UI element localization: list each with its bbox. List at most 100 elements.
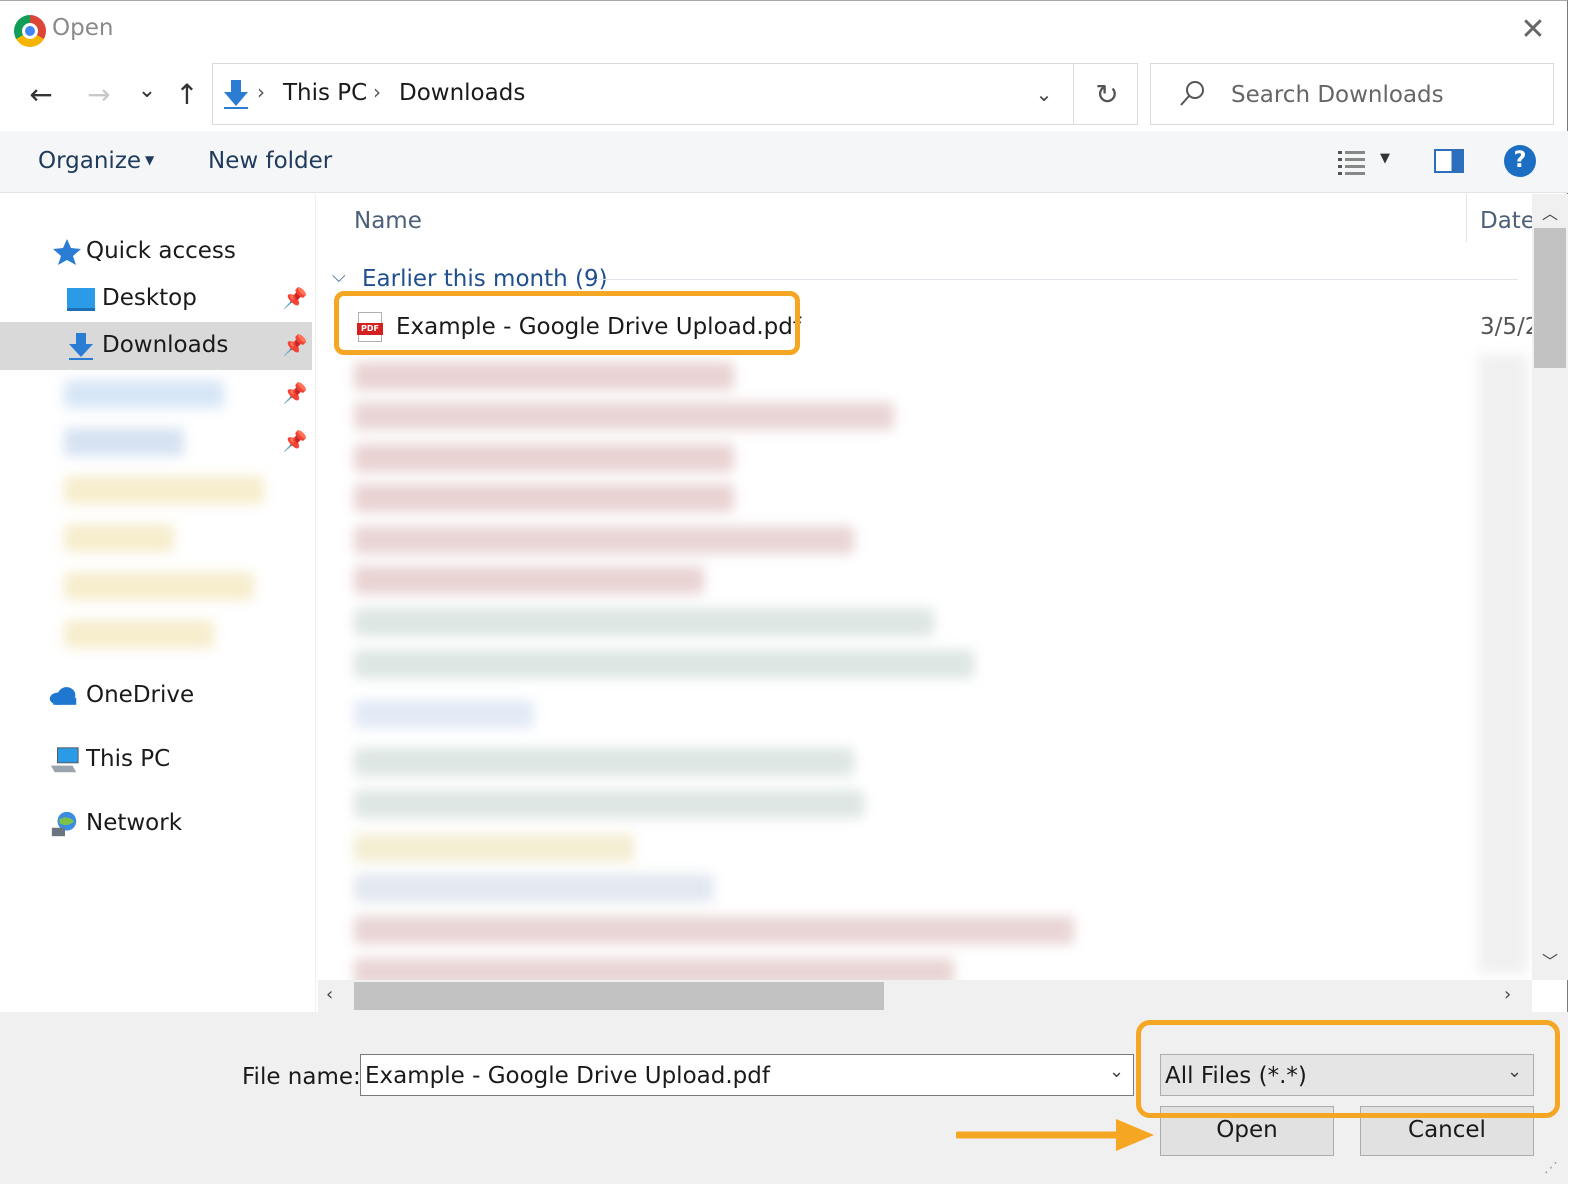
caret-down-icon: ▼ (145, 153, 155, 167)
group-header[interactable]: Earlier this month (9) (362, 266, 608, 292)
open-button[interactable]: Open (1160, 1106, 1334, 1156)
sidebar-item-label: Quick access (86, 238, 236, 264)
chevron-down-icon: ⌄ (1507, 1061, 1523, 1082)
organize-label: Organize (38, 148, 142, 174)
chevron-down-icon[interactable]: ⌵ (332, 266, 346, 287)
open-file-dialog: Open ✕ ← → ⌄ ↑ › This PC › Downloads ⌄ ↻… (0, 0, 1568, 1184)
preview-pane-icon[interactable] (1434, 149, 1464, 173)
group-divider (596, 279, 1518, 280)
close-button[interactable]: ✕ (1512, 11, 1554, 51)
pin-icon[interactable]: 📌 (282, 285, 308, 311)
file-name: Example - Google Drive Upload.pdf (396, 314, 801, 340)
network-globe-icon (51, 811, 77, 837)
pin-icon[interactable]: 📌 (282, 380, 308, 406)
blurred-file-row (354, 916, 1074, 944)
chevron-down-icon[interactable]: ⌄ (1109, 1061, 1124, 1082)
file-name-label: File name: (242, 1064, 361, 1090)
help-icon[interactable]: ? (1504, 145, 1536, 177)
pin-icon[interactable]: 📌 (282, 332, 308, 358)
refresh-button[interactable]: ↻ (1087, 76, 1127, 114)
scroll-up-icon[interactable]: ︿ (1532, 200, 1568, 224)
breadcrumb-this-pc[interactable]: This PC (283, 80, 367, 106)
cancel-button[interactable]: Cancel (1360, 1106, 1534, 1156)
recent-locations-button[interactable]: ⌄ (128, 71, 166, 111)
search-box[interactable]: Search Downloads (1150, 63, 1554, 125)
chrome-logo-icon (14, 15, 46, 47)
file-type-select[interactable]: All Files (*.*) ⌄ (1160, 1054, 1534, 1096)
blurred-file-row (354, 958, 954, 980)
sidebar-item-label: This PC (86, 746, 171, 772)
scroll-right-icon[interactable]: › (1504, 984, 1511, 1005)
details-view-icon[interactable] (1336, 147, 1368, 177)
sidebar-item-quick-access[interactable]: Quick access (0, 228, 312, 276)
blurred-file-row (354, 566, 704, 594)
scrollbar-thumb[interactable] (1534, 228, 1566, 368)
sidebar-item-label: OneDrive (86, 682, 195, 708)
sidebar-item-onedrive[interactable]: OneDrive (0, 672, 312, 720)
file-name-value: Example - Google Drive Upload.pdf (365, 1063, 770, 1089)
sidebar-item-this-pc[interactable]: This PC (0, 736, 312, 784)
address-bar[interactable]: › This PC › Downloads ⌄ ↻ (212, 63, 1138, 125)
blurred-file-row (354, 362, 734, 390)
file-name-input[interactable]: Example - Google Drive Upload.pdf ⌄ (360, 1054, 1134, 1096)
up-button[interactable]: ↑ (168, 75, 206, 115)
breadcrumb-downloads[interactable]: Downloads (399, 80, 525, 106)
title-bar: Open ✕ (0, 1, 1568, 63)
desktop-icon (67, 288, 95, 311)
vertical-scrollbar[interactable]: ︿ ﹀ (1532, 194, 1568, 980)
file-row[interactable]: Example - Google Drive Upload.pdf 3/5/2 (346, 306, 1532, 350)
chevron-down-icon[interactable]: ⌄ (1029, 78, 1059, 110)
sidebar-item-label: Network (86, 810, 183, 836)
resize-grip-icon[interactable]: ⋰ (1544, 1160, 1562, 1178)
navigation-pane: Quick access Desktop 📌 Downloads 📌 📌 📌 O… (0, 194, 316, 1012)
view-options-caret-icon[interactable]: ▼ (1380, 151, 1390, 166)
pdf-file-icon (357, 312, 383, 342)
scrollbar-thumb[interactable] (354, 982, 884, 1010)
scroll-left-icon[interactable]: ‹ (326, 984, 333, 1005)
organize-menu[interactable]: Organize ▼ (38, 148, 154, 174)
divider (1073, 64, 1074, 124)
new-folder-button[interactable]: New folder (208, 148, 332, 174)
sidebar-item-downloads[interactable]: Downloads 📌 (0, 322, 312, 370)
search-input[interactable]: Search Downloads (1231, 82, 1444, 108)
column-header-date[interactable]: Date (1480, 208, 1532, 234)
breadcrumb-separator: › (373, 80, 381, 104)
column-divider[interactable] (1466, 194, 1467, 242)
search-icon (1180, 81, 1204, 106)
blurred-group-header (354, 700, 534, 728)
blurred-file-row (354, 650, 974, 678)
blurred-file-row (354, 402, 894, 430)
pin-icon[interactable]: 📌 (282, 428, 308, 454)
breadcrumb-separator: › (257, 80, 265, 104)
blurred-sidebar-item (64, 428, 184, 456)
column-header-name[interactable]: Name (354, 208, 422, 234)
cloud-icon (49, 687, 77, 705)
download-arrow-icon (224, 80, 248, 109)
blurred-sidebar-item (64, 620, 214, 648)
blurred-sidebar-item (64, 524, 174, 552)
sidebar-item-label: Desktop (102, 285, 197, 311)
horizontal-scrollbar[interactable]: ‹ › (318, 980, 1532, 1012)
blurred-file-row (354, 444, 734, 472)
blurred-file-row (354, 484, 734, 512)
sidebar-item-network[interactable]: Network (0, 800, 312, 848)
blurred-date-column (1478, 354, 1528, 974)
forward-button[interactable]: → (80, 75, 118, 115)
sidebar-item-desktop[interactable]: Desktop 📌 (0, 275, 312, 323)
blurred-sidebar-item (64, 476, 264, 504)
file-list: Name Date ⌵ Earlier this month (9) Examp… (318, 194, 1532, 980)
download-arrow-icon (69, 333, 93, 360)
scroll-down-icon[interactable]: ﹀ (1532, 948, 1568, 972)
blurred-file-row (354, 748, 854, 776)
blurred-sidebar-item (64, 380, 224, 408)
blurred-sidebar-item (64, 572, 254, 600)
computer-icon (50, 747, 79, 773)
back-button[interactable]: ← (22, 75, 60, 115)
window-title: Open (52, 15, 114, 41)
blurred-file-row (354, 790, 864, 818)
file-type-value: All Files (*.*) (1165, 1063, 1307, 1089)
command-toolbar: Organize ▼ New folder ▼ ? (0, 131, 1568, 193)
star-icon (53, 239, 81, 265)
sidebar-item-label: Downloads (102, 332, 229, 358)
blurred-file-row (354, 874, 714, 902)
